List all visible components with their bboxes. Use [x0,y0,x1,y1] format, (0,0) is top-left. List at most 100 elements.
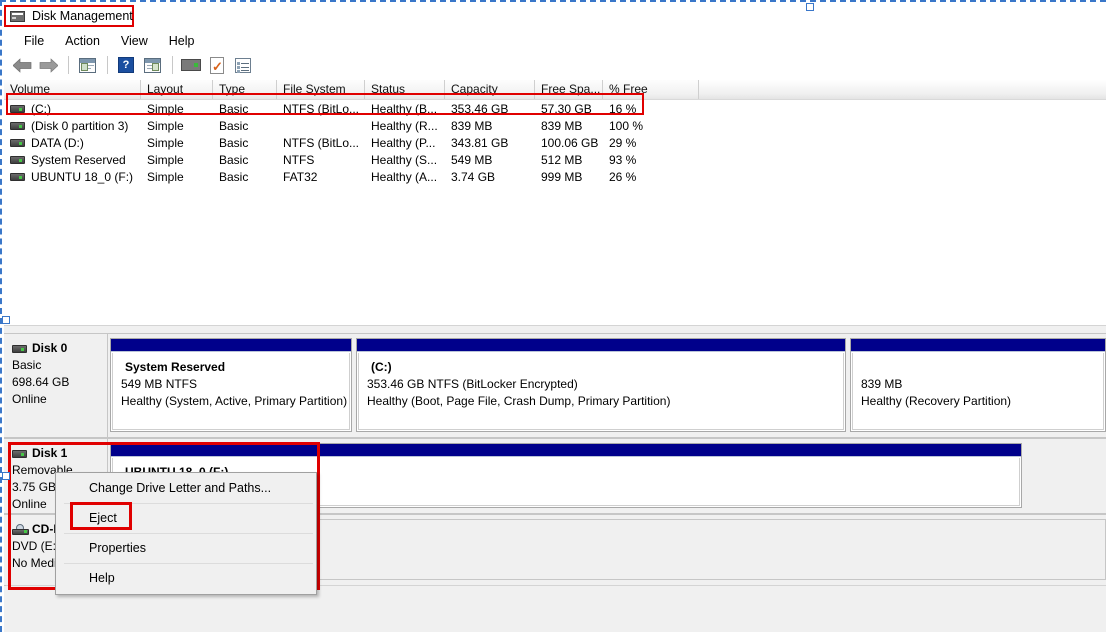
column-header-layout[interactable]: Layout [141,80,213,99]
table-row[interactable]: DATA (D:) Simple Basic NTFS (BitLo... He… [4,134,1106,151]
selection-handle-top[interactable] [806,3,814,11]
column-header-capacity[interactable]: Capacity [445,80,535,99]
cell-status: Healthy (A... [371,169,438,184]
menu-bar: File Action View Help [4,31,1106,51]
forward-button[interactable] [36,54,60,76]
volume-list-body: (C:) Simple Basic NTFS (BitLo... Healthy… [4,100,1106,185]
cell-layout: Simple [147,152,184,167]
left-arrow-icon [12,57,31,73]
column-header-type[interactable]: Type [213,80,277,99]
cell-volume: (Disk 0 partition 3) [4,119,141,133]
cell-type: Basic [219,118,249,133]
cell-capacity: 343.81 GB [451,135,509,150]
disk0-info[interactable]: Disk 0 Basic 698.64 GB Online [4,333,108,438]
disk0-partitions: System Reserved 549 MB NTFS Healthy (Sys… [108,333,1106,438]
cell-file-system: NTFS (BitLo... [283,135,360,150]
menu-item-help[interactable]: Help [159,32,206,50]
cell-percent-free: 93 % [609,152,637,167]
partition-name: (C:) [371,360,392,374]
hdd-icon [10,155,25,164]
toolbar: ? ✓ [4,52,1106,78]
cell-free-space: 57.30 GB [541,101,592,116]
cell-free-space: 999 MB [541,169,583,184]
title-bar [4,5,1104,27]
menu-item-file[interactable]: File [14,32,55,50]
cell-layout: Simple [147,135,184,150]
table-row-ubuntu[interactable]: UBUNTU 18_0 (F:) Simple Basic FAT32 Heal… [4,168,1106,185]
action-pane-icon [143,57,161,73]
table-row[interactable]: System Reserved Simple Basic NTFS Health… [4,151,1106,168]
hdd-icon [10,121,25,130]
disk-management-icon [10,9,26,23]
question-mark-icon: ? [118,57,134,73]
selection-handle-left-mid[interactable] [2,316,10,324]
menu-item-eject[interactable]: Eject [56,505,316,532]
partition-name: System Reserved [125,360,226,374]
show-hide-console-tree-button[interactable] [75,54,99,76]
context-menu-separator-1 [64,503,313,504]
hdd-icon [10,172,25,181]
partition-bar [111,339,351,352]
cell-status: Healthy (B... [371,101,438,116]
column-header-status[interactable]: Status [365,80,445,99]
partition-recovery[interactable]: 839 MB Healthy (Recovery Partition) [850,338,1106,432]
partition-bar [357,339,845,352]
partition-size: 549 MB NTFS [121,377,198,391]
cell-volume: System Reserved [4,153,141,167]
column-header-volume[interactable]: Volume [4,80,141,99]
table-row[interactable]: (Disk 0 partition 3) Simple Basic Health… [4,117,1106,134]
partition-details: System Reserved 549 MB NTFS Healthy (Sys… [112,353,350,430]
cell-volume: (C:) [4,102,141,116]
properties-button[interactable]: ✓ [205,54,229,76]
help-button[interactable]: ? [114,54,138,76]
menu-item-view[interactable]: View [111,32,159,50]
table-row[interactable]: (C:) Simple Basic NTFS (BitLo... Healthy… [4,100,1106,117]
hdd-icon [12,449,27,458]
cell-layout: Simple [147,169,184,184]
partition-details: 839 MB Healthy (Recovery Partition) [852,353,1104,430]
disk0-type: Basic [12,358,42,372]
menu-item-help[interactable]: Help [56,565,316,592]
column-header-file-system[interactable]: File System [277,80,365,99]
partition-details: (C:) 353.46 GB NTFS (BitLocker Encrypted… [358,353,844,430]
cell-volume: UBUNTU 18_0 (F:) [4,170,141,184]
cell-percent-free: 100 % [609,118,644,133]
partition-c[interactable]: (C:) 353.46 GB NTFS (BitLocker Encrypted… [356,338,846,432]
partition-size: 839 MB [861,377,903,391]
right-arrow-icon [39,57,58,73]
cell-type: Basic [219,152,249,167]
column-header-free-space[interactable]: Free Spa... [535,80,603,99]
selection-handle-left-lower[interactable] [2,472,10,480]
volume-list-pane: Volume Layout Type File System Status Ca… [4,80,1106,325]
cell-status: Healthy (P... [371,135,436,150]
cell-free-space: 100.06 GB [541,135,599,150]
all-tasks-button[interactable] [231,54,255,76]
cell-free-space: 512 MB [541,152,583,167]
window-title-highlight: Disk Management [4,5,134,27]
partition-size: 353.46 GB NTFS (BitLocker Encrypted) [367,377,578,391]
column-header-percent-free[interactable]: % Free [603,80,699,99]
cell-layout: Simple [147,118,184,133]
partition-system-reserved[interactable]: System Reserved 549 MB NTFS Healthy (Sys… [110,338,352,432]
cell-capacity: 3.74 GB [451,169,496,184]
cell-file-system: FAT32 [283,169,318,184]
partition-name [861,359,1103,376]
menu-item-change-drive-letter[interactable]: Change Drive Letter and Paths... [56,475,316,502]
back-button[interactable] [10,54,34,76]
disk0-state: Online [12,392,47,406]
menu-item-properties[interactable]: Properties [56,535,316,562]
page-title: Disk Management [32,9,133,23]
menu-item-action[interactable]: Action [55,32,111,50]
hdd-icon [10,138,25,147]
partition-status: Healthy (Boot, Page File, Crash Dump, Pr… [367,394,671,408]
cdrom-icon [12,524,29,535]
hdd-icon [10,104,25,113]
cell-percent-free: 29 % [609,135,637,150]
cell-capacity: 353.46 GB [451,101,509,116]
drive-icon [181,59,201,71]
disk0-title: Disk 0 [12,340,103,357]
task-list-icon [235,57,251,73]
show-action-pane-button[interactable] [140,54,164,76]
partition-bar [851,339,1105,352]
rescan-disks-button[interactable] [179,54,203,76]
